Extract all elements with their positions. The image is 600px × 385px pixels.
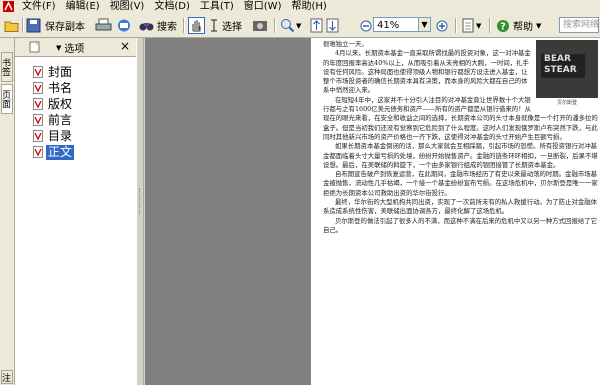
menu-item-2[interactable]: 视图(V) — [105, 0, 150, 14]
photo-caption: 贝尔斯登 — [556, 100, 577, 106]
zoom-in-tool-button[interactable]: ▼ — [280, 17, 301, 34]
menu-item-6[interactable]: 帮助(H) — [286, 0, 331, 14]
bookmark-item[interactable]: 封面 — [33, 64, 74, 80]
select-label: 选择 — [222, 22, 242, 33]
search-web-input[interactable]: 搜索网络 — [559, 17, 599, 33]
page-paragraph: 贝尔斯登的做法引起了很多人的不满，而这种不满在后来的危机中又以另一种方式回报给了… — [323, 216, 598, 234]
open-button[interactable] — [4, 17, 20, 34]
splitter-grip — [139, 188, 143, 214]
page-paragraph: 最终，华尔街的大型机构共同出资，实现了一次前所未有的私人救援行动。为了防止对金融… — [323, 198, 598, 216]
bookmark-label: 书名 — [48, 80, 73, 95]
print-icon — [95, 18, 112, 31]
bookmark-label: 前言 — [48, 112, 73, 127]
bookmark-item[interactable]: 目录 — [33, 128, 74, 144]
toolbar: 保存副本 搜索 选择 ▼ 41% ▼ ▼ ? 帮助 ▼ 搜索网络 — [0, 14, 600, 38]
options-menu-button[interactable]: ▼ 选项 — [56, 40, 85, 56]
arrow-down-icon — [326, 18, 339, 33]
bookmarks-panel: ▼ 选项 × 封面 书名 版权 前言 目录 正文 — [15, 38, 136, 385]
zoom-magnifier-icon — [281, 19, 295, 33]
zoom-level-dropdown[interactable]: ▼ — [419, 17, 431, 32]
menu-item-0[interactable]: 文件(F) — [17, 0, 61, 14]
plus-circle-icon — [436, 20, 448, 31]
hand-tool-button[interactable] — [188, 17, 205, 34]
email-button[interactable] — [116, 17, 133, 34]
panel-splitter[interactable] — [136, 38, 144, 385]
options-dropdown-icon: ▼ — [56, 43, 62, 52]
search-label: 搜索 — [157, 22, 177, 33]
bookmark-icon — [33, 82, 43, 94]
open-folder-icon — [4, 21, 19, 32]
options-label: 选项 — [64, 44, 85, 55]
select-tool-button[interactable]: 选择 — [208, 17, 242, 34]
search-button[interactable]: 搜索 — [138, 17, 177, 34]
minus-circle-icon — [360, 20, 372, 31]
menu-item-3[interactable]: 文档(D) — [149, 0, 195, 14]
menu-bar: 文件(F) 编辑(E) 视图(V) 文档(D) 工具(T) 窗口(W) 帮助(H) — [0, 0, 600, 14]
bookmark-label: 目录 — [48, 128, 73, 143]
bookmark-item[interactable]: 前言 — [33, 112, 74, 128]
menu-item-4[interactable]: 工具(T) — [195, 0, 239, 14]
zoom-dropdown-icon[interactable]: ▼ — [296, 22, 301, 30]
bookmarks-panel-header: ▼ 选项 × — [15, 38, 136, 57]
save-copy-button[interactable]: 保存副本 — [26, 17, 85, 34]
bookmark-label: 封面 — [48, 64, 73, 79]
print-button[interactable] — [95, 17, 112, 34]
page-down-button[interactable] — [326, 17, 339, 34]
help-icon: ? — [497, 19, 509, 32]
hand-icon — [188, 17, 205, 34]
document-view[interactable]: BEAR STEAR 贝尔斯登 很难独立一天。 4月以来，长期资本基金一直采取所谓… — [145, 38, 600, 385]
help-button[interactable]: ? 帮助 ▼ — [496, 17, 541, 34]
arrow-up-icon — [310, 18, 323, 33]
text-cursor-icon — [211, 19, 217, 32]
acrobat-logo-icon — [3, 1, 14, 12]
search-binoculars-icon — [139, 23, 154, 31]
snapshot-camera-icon — [253, 21, 267, 31]
left-tab-strip: 书签 页面 注释 — [0, 38, 15, 385]
document-page: BEAR STEAR 贝尔斯登 很难独立一天。 4月以来，长期资本基金一直采取所谓… — [311, 38, 600, 385]
layout-dropdown-icon[interactable]: ▼ — [476, 22, 481, 30]
bookmark-page-icon — [29, 41, 40, 53]
page-layout-button[interactable]: ▼ — [461, 17, 481, 34]
bookmark-icon — [33, 130, 43, 142]
bookmark-label: 正文 — [46, 144, 75, 160]
zoom-level-input[interactable]: 41% — [373, 17, 419, 32]
photo-sign-text: BEAR STEAR — [541, 54, 585, 78]
tab-pages[interactable]: 页面 — [0, 84, 13, 114]
zoom-in-button[interactable] — [436, 17, 448, 34]
page-up-button[interactable] — [310, 17, 323, 34]
help-dropdown-icon[interactable]: ▼ — [536, 22, 541, 30]
page-layout-icon — [462, 18, 474, 33]
save-copy-label: 保存副本 — [45, 22, 85, 33]
bookmark-icon — [33, 66, 43, 78]
page-text: BEAR STEAR 贝尔斯登 很难独立一天。 4月以来，长期资本基金一直采取所谓… — [323, 40, 598, 235]
bookmark-icon — [33, 146, 43, 158]
svg-text:?: ? — [500, 21, 506, 32]
bookmark-tree: 封面 书名 版权 前言 目录 正文 — [15, 57, 136, 385]
save-icon — [26, 18, 41, 33]
menu-item-1[interactable]: 编辑(E) — [61, 0, 105, 14]
bookmark-label: 版权 — [48, 96, 73, 111]
page-paragraph: 如果长期资本基金倒闭的话，那么大家就会互相踩踏，引起市场的恐慌。所有投资银行对冲… — [323, 142, 598, 169]
tab-bookmarks[interactable]: 书签 — [0, 52, 13, 82]
menu-item-5[interactable]: 窗口(W) — [239, 0, 287, 14]
zoom-out-button[interactable] — [360, 17, 372, 34]
close-panel-icon[interactable]: × — [120, 39, 130, 53]
email-icon — [118, 19, 130, 32]
bookmark-icon — [33, 98, 43, 110]
help-label: 帮助 — [513, 22, 533, 33]
document-photo: BEAR STEAR — [536, 40, 598, 98]
bookmark-item[interactable]: 书名 — [33, 80, 74, 96]
bookmark-item[interactable]: 版权 — [33, 96, 74, 112]
bookmark-icon — [33, 114, 43, 126]
bookmark-item[interactable]: 正文 — [33, 144, 75, 160]
tab-comments[interactable]: 注释 — [1, 370, 13, 384]
page-paragraph: 自布朗宣告破产到恢复运营，在此期间，金融市场经历了有史以来最动荡的时期。金融市场… — [323, 170, 598, 197]
snapshot-button[interactable] — [252, 17, 268, 34]
